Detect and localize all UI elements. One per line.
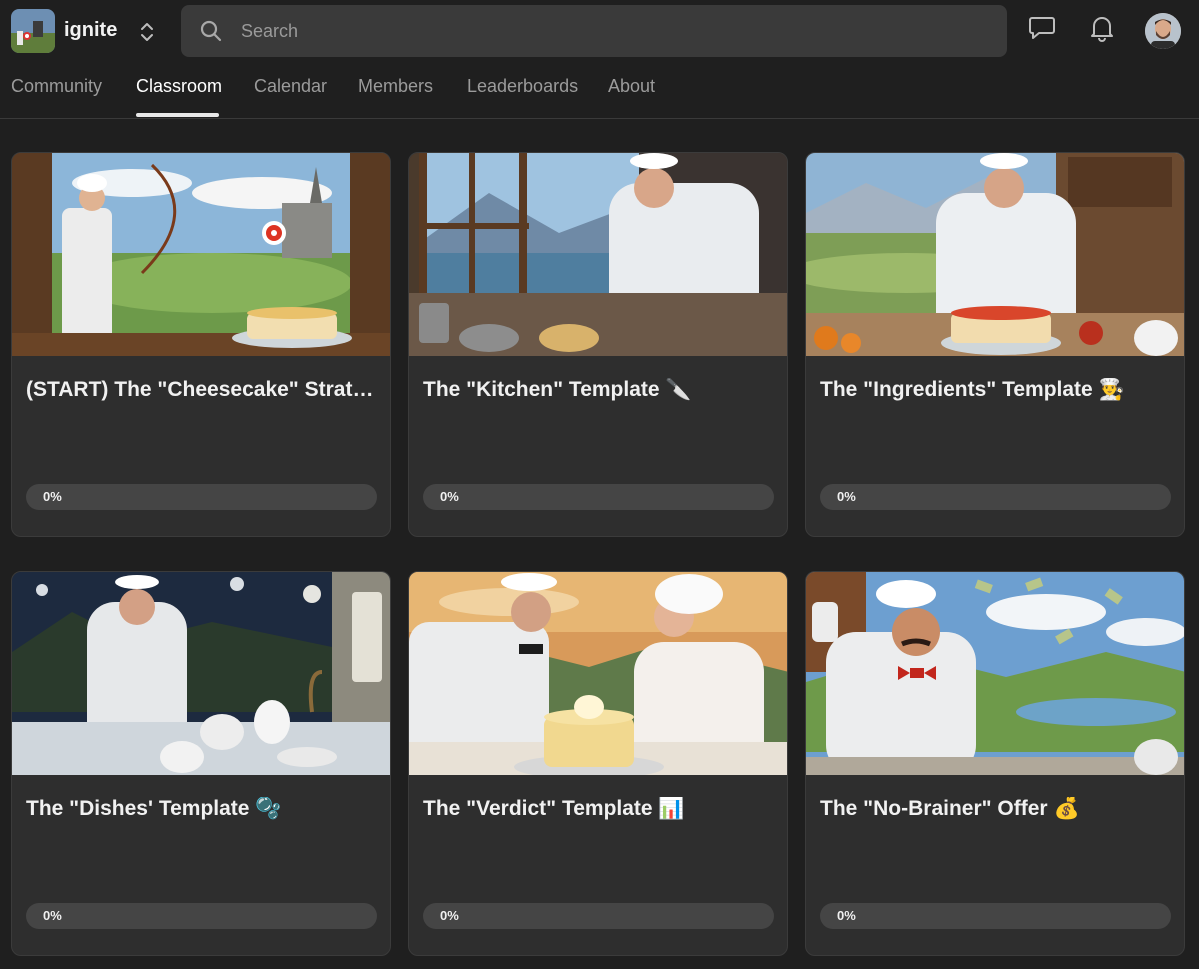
search-input[interactable] <box>241 5 981 57</box>
course-card[interactable]: The "Ingredients" Template 👨‍🍳 0% <box>805 152 1185 537</box>
course-title: (START) The "Cheesecake" Strategy <box>26 378 378 401</box>
course-thumbnail <box>12 572 390 775</box>
course-thumbnail <box>12 153 390 356</box>
progress-bar: 0% <box>423 484 774 510</box>
course-thumbnail <box>409 153 787 356</box>
top-bar: ignite <box>0 0 1199 62</box>
progress-bar: 0% <box>26 903 377 929</box>
progress-bar: 0% <box>820 484 1171 510</box>
progress-bar: 0% <box>26 484 377 510</box>
chat-button[interactable] <box>1026 14 1058 46</box>
course-card[interactable]: The "No-Brainer" Offer 💰 0% <box>805 571 1185 956</box>
course-title: The "Kitchen" Template 🔪 <box>423 378 692 401</box>
tab-members[interactable]: Members <box>358 76 433 97</box>
progress-label: 0% <box>837 489 856 504</box>
nav-tabs: Community Classroom Calendar Members Lea… <box>0 62 1199 119</box>
user-avatar[interactable] <box>1145 13 1181 49</box>
course-thumbnail <box>806 572 1184 775</box>
course-card[interactable]: The "Dishes' Template 🫧 0% <box>11 571 391 956</box>
tab-classroom[interactable]: Classroom <box>136 76 222 97</box>
progress-label: 0% <box>440 908 459 923</box>
course-card[interactable]: The "Kitchen" Template 🔪 0% <box>408 152 788 537</box>
progress-label: 0% <box>440 489 459 504</box>
tab-about[interactable]: About <box>608 76 655 97</box>
course-title: The "No-Brainer" Offer 💰 <box>820 797 1080 820</box>
progress-bar: 0% <box>820 903 1171 929</box>
chevron-up-down-icon[interactable] <box>134 18 160 46</box>
course-title: The "Ingredients" Template 👨‍🍳 <box>820 378 1125 401</box>
course-title: The "Dishes' Template 🫧 <box>26 797 282 820</box>
community-name[interactable]: ignite <box>64 19 117 42</box>
course-thumbnail <box>409 572 787 775</box>
course-title: The "Verdict" Template 📊 <box>423 797 685 820</box>
tab-calendar[interactable]: Calendar <box>254 76 327 97</box>
notifications-button[interactable] <box>1086 14 1118 46</box>
search-icon <box>199 19 223 43</box>
course-thumbnail <box>806 153 1184 356</box>
progress-label: 0% <box>837 908 856 923</box>
bell-icon <box>1089 14 1115 47</box>
course-card[interactable]: (START) The "Cheesecake" Strategy 0% <box>11 152 391 537</box>
progress-label: 0% <box>43 908 62 923</box>
active-tab-indicator <box>136 113 219 117</box>
community-logo[interactable] <box>11 9 55 53</box>
chat-icon <box>1028 15 1056 46</box>
progress-bar: 0% <box>423 903 774 929</box>
course-card[interactable]: The "Verdict" Template 📊 0% <box>408 571 788 956</box>
search-bar[interactable] <box>181 5 1007 57</box>
tab-leaderboards[interactable]: Leaderboards <box>467 76 578 97</box>
tab-community[interactable]: Community <box>11 76 102 97</box>
progress-label: 0% <box>43 489 62 504</box>
